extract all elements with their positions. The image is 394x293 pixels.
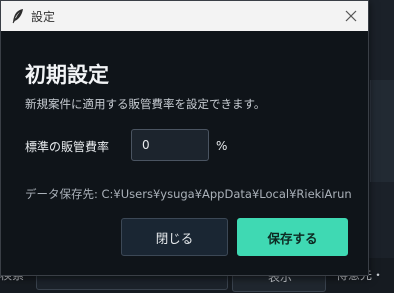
settings-dialog: 設定 初期設定 新規案件に適用する販管費率を設定できます。 標準の販管費率 % …	[0, 0, 369, 276]
feather-icon	[11, 8, 25, 24]
rate-field-label: 標準の販管費率	[25, 140, 110, 154]
data-path-label: データ保存先: C:¥Users¥ysuga¥AppData¥Local¥Rie…	[25, 187, 352, 201]
page-title: 初期設定	[25, 63, 109, 87]
save-button[interactable]: 保存する	[237, 218, 348, 256]
close-button[interactable]	[340, 5, 362, 27]
rate-unit-label: %	[216, 139, 228, 153]
rate-input[interactable]	[131, 129, 209, 161]
page-description: 新規案件に適用する販管費率を設定できます。	[25, 97, 266, 111]
dialog-title: 設定	[31, 10, 56, 24]
dialog-titlebar[interactable]: 設定	[1, 1, 368, 31]
background-side-panel	[370, 80, 394, 182]
close-icon	[345, 7, 357, 26]
close-dialog-button[interactable]: 閉じる	[121, 218, 228, 256]
